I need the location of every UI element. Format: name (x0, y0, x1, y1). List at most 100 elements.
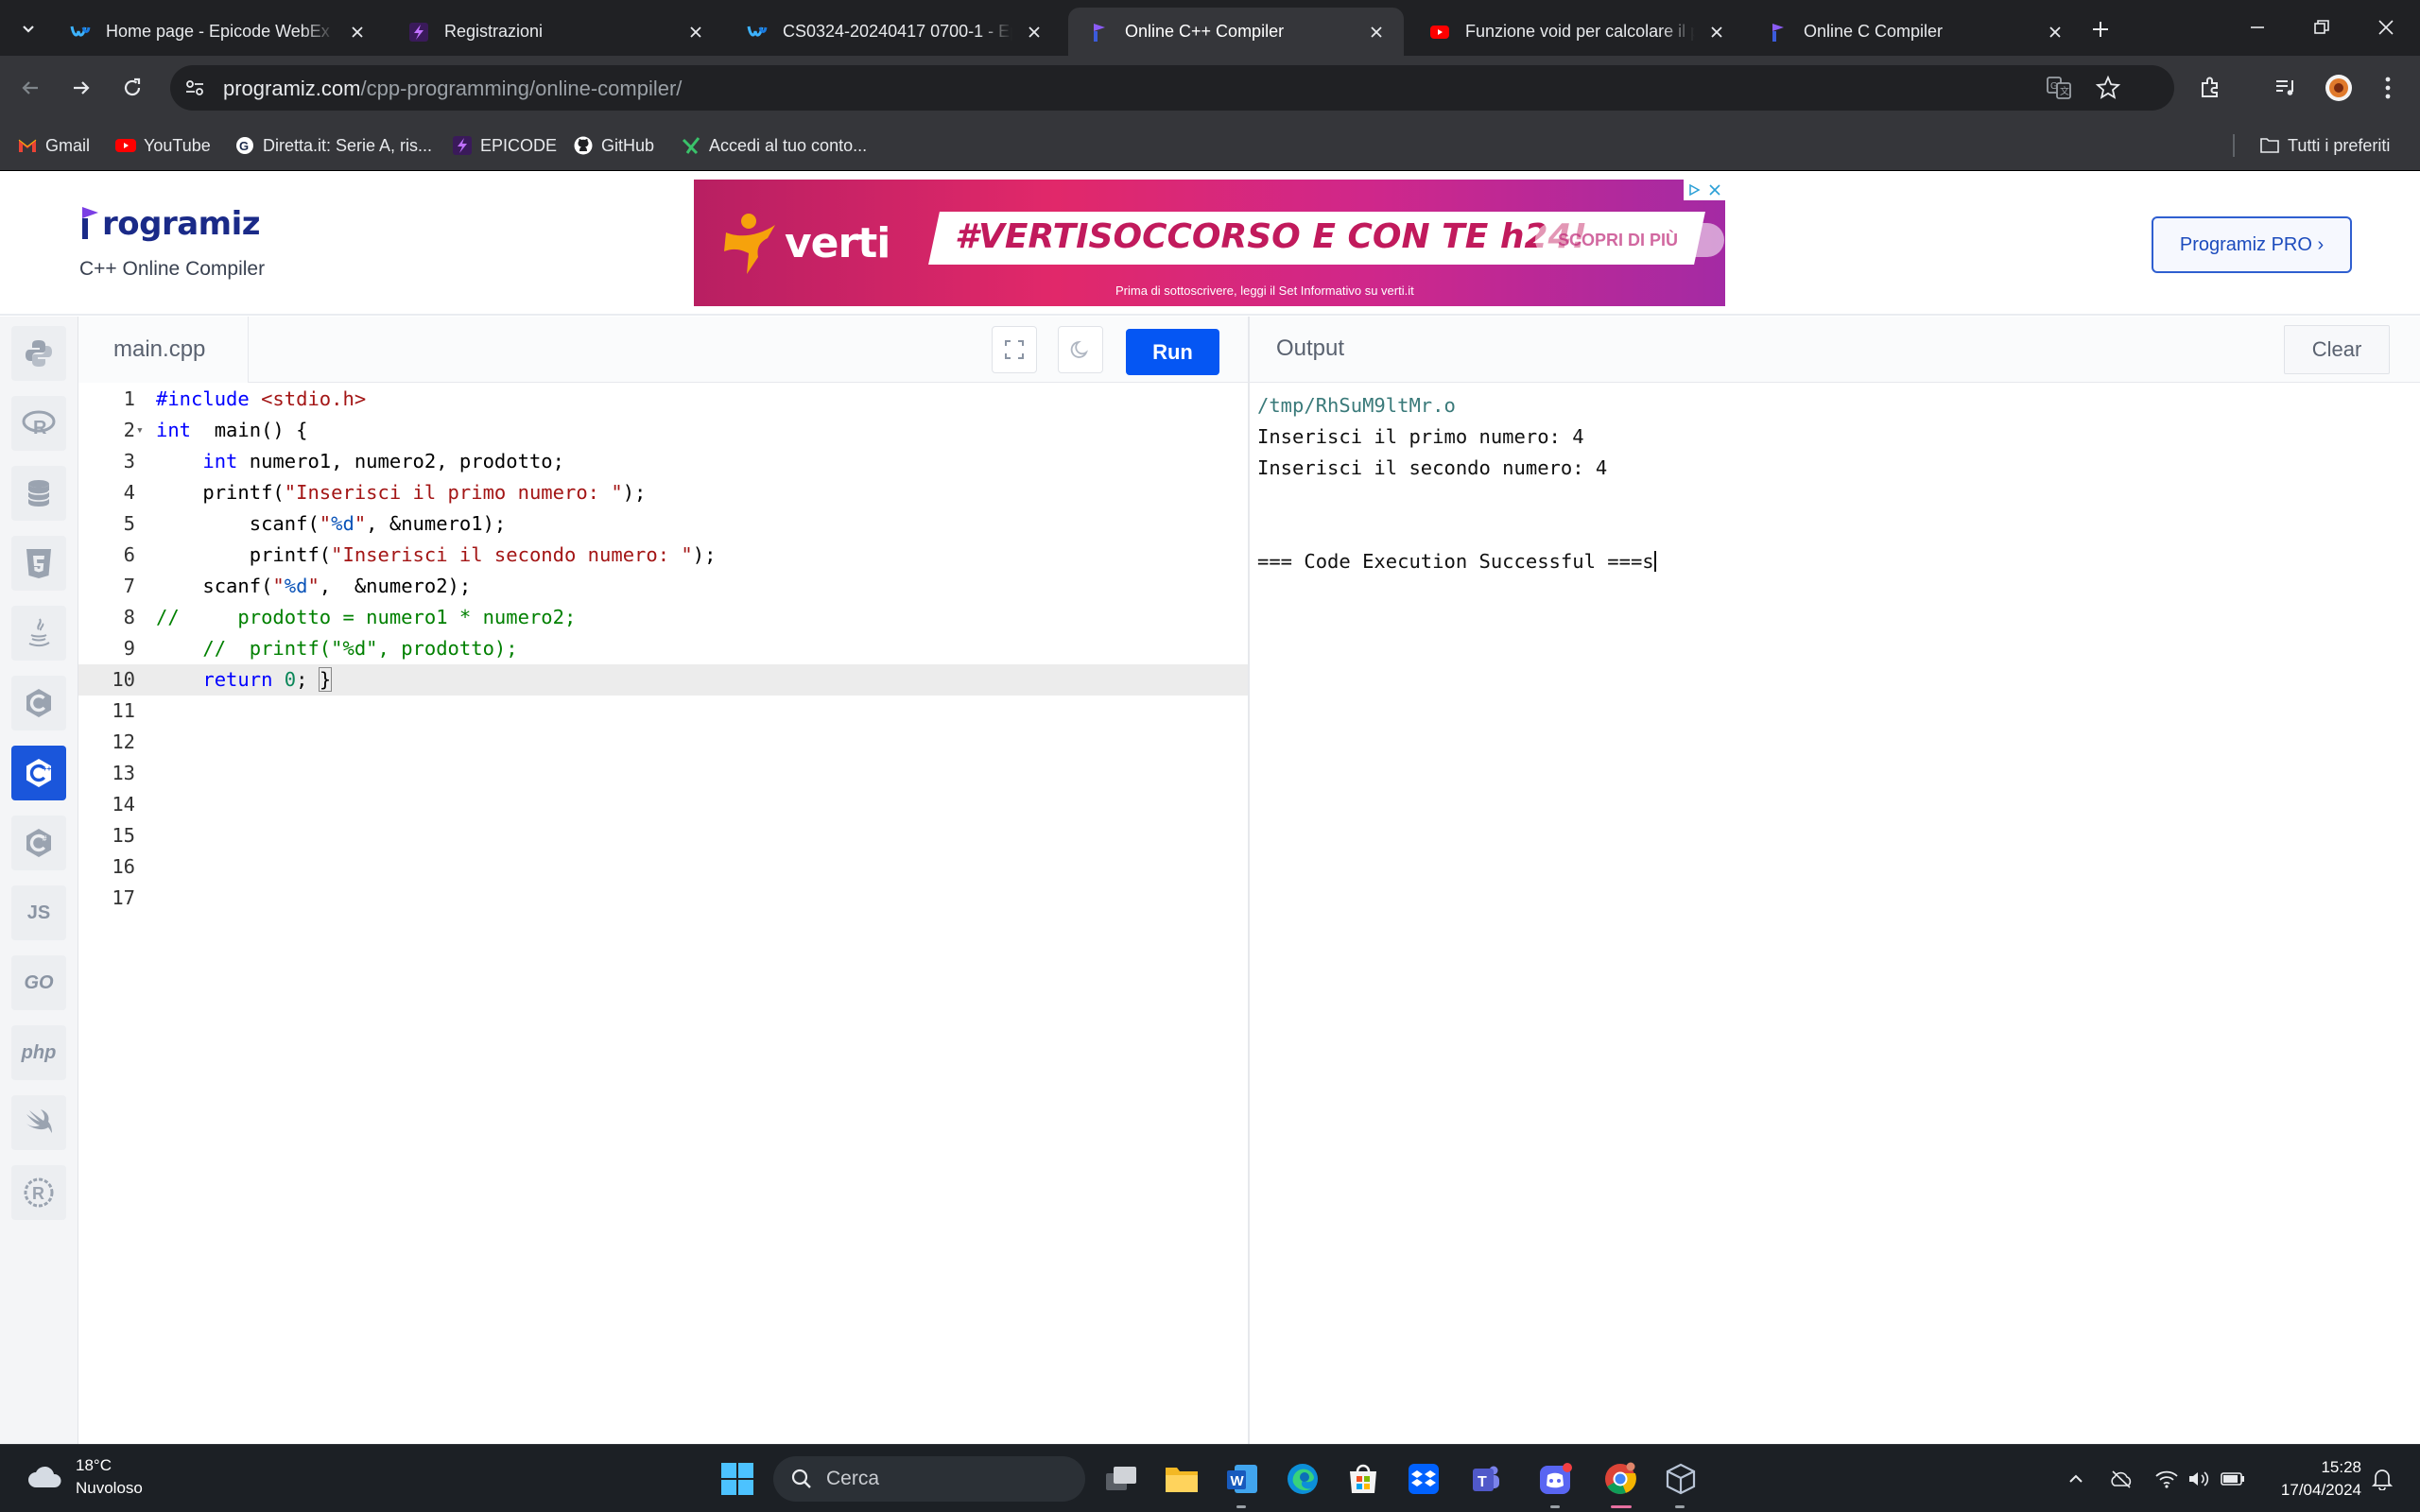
close-tab-icon[interactable] (1022, 20, 1046, 44)
microsoft-store-icon[interactable] (1342, 1458, 1384, 1500)
swift-icon[interactable] (11, 1095, 66, 1150)
java-icon[interactable] (11, 606, 66, 661)
adchoices-icon[interactable] (1684, 180, 1725, 200)
advertisement-banner[interactable]: verti #VERTISOCCORSO E CON TE h24! SCOPR… (694, 180, 1725, 306)
programiz-pro-button[interactable]: Programiz PRO › (2152, 216, 2352, 273)
code-line[interactable]: 16 (78, 851, 1248, 883)
code-line[interactable]: 2 ▾ int main() { (78, 415, 1248, 446)
teams-icon[interactable]: T (1463, 1458, 1505, 1500)
tab-search-chevron-icon[interactable] (11, 11, 45, 45)
chrome-menu-kebab-icon[interactable] (2369, 69, 2407, 107)
address-bar[interactable]: programiz.com/cpp-programming/online-com… (170, 65, 2174, 111)
clear-output-button[interactable]: Clear (2284, 325, 2390, 374)
code-line[interactable]: 10 return 0; } (78, 664, 1248, 696)
site-info-tune-icon[interactable] (183, 77, 206, 99)
ad-cta-button[interactable]: SCOPRI DI PIÙ (1535, 223, 1724, 257)
virtualbox-icon[interactable] (1660, 1458, 1702, 1508)
all-bookmarks-folder[interactable]: Tutti i preferiti (2259, 132, 2390, 159)
chrome-icon[interactable] (1599, 1458, 1641, 1508)
minimize-window-icon[interactable] (2238, 9, 2276, 45)
fold-arrow-icon[interactable]: ▾ (136, 415, 144, 446)
code-line[interactable]: 1 #include <stdio.h> (78, 384, 1248, 415)
bookmark-star-icon[interactable] (2095, 75, 2121, 101)
file-tab-main-cpp[interactable]: main.cpp (78, 317, 249, 383)
browser-tab[interactable]: Online C Compiler (1747, 8, 2083, 56)
dropbox-icon[interactable] (1403, 1458, 1444, 1500)
volume-icon[interactable] (2186, 1466, 2212, 1492)
taskbar-search[interactable]: Cerca (773, 1456, 1085, 1502)
sql-icon[interactable] (11, 466, 66, 521)
discord-icon[interactable] (1535, 1458, 1577, 1508)
dark-mode-moon-icon[interactable] (1058, 326, 1103, 373)
restore-window-icon[interactable] (2303, 9, 2341, 45)
notifications-bell-icon[interactable] (2369, 1466, 2395, 1492)
code-line[interactable]: 12 (78, 727, 1248, 758)
r-icon[interactable]: R (11, 396, 66, 451)
task-view-icon[interactable] (1100, 1458, 1142, 1500)
browser-tab[interactable]: Online C++ Compiler (1068, 8, 1404, 56)
ad-close-icon[interactable] (1708, 183, 1721, 197)
bookmark-item[interactable]: EPICODE (452, 132, 557, 159)
code-line[interactable]: 13 (78, 758, 1248, 789)
bookmark-item[interactable]: G Diretta.it: Serie A, ris... (234, 132, 432, 159)
code-line[interactable]: 8 // prodotto = numero1 * numero2; (78, 602, 1248, 633)
bookmark-item[interactable]: YouTube (115, 132, 211, 159)
rust-icon[interactable]: R (11, 1165, 66, 1220)
close-tab-icon[interactable] (2043, 20, 2067, 44)
javascript-icon[interactable]: JS (11, 885, 66, 940)
run-button[interactable]: Run (1126, 329, 1219, 375)
file-explorer-icon[interactable] (1161, 1458, 1202, 1500)
code-line[interactable]: 3 int numero1, numero2, prodotto; (78, 446, 1248, 477)
browser-tab[interactable]: Home page - Epicode WebEx En (49, 8, 385, 56)
code-line[interactable]: 5 scanf("%d", &numero1); (78, 508, 1248, 540)
reload-icon[interactable] (113, 69, 151, 107)
cpp-icon[interactable]: ++ (11, 746, 66, 800)
wifi-icon[interactable] (2153, 1466, 2180, 1492)
onedrive-offline-icon[interactable] (2108, 1466, 2135, 1492)
close-window-icon[interactable] (2367, 9, 2405, 45)
weather-widget[interactable]: 18°C Nuvoloso (26, 1454, 143, 1500)
code-line[interactable]: 15 (78, 820, 1248, 851)
c-icon[interactable] (11, 676, 66, 730)
close-tab-icon[interactable] (345, 20, 370, 44)
translate-icon[interactable]: G文 (2046, 75, 2072, 101)
browser-tab[interactable]: Funzione void per calcolare il pr (1409, 8, 1744, 56)
programiz-logo[interactable]: rogramiz (79, 205, 261, 243)
back-arrow-icon[interactable] (11, 69, 49, 107)
python-icon[interactable] (11, 326, 66, 381)
php-icon[interactable]: php (11, 1025, 66, 1080)
svg-text:W: W (1231, 1473, 1245, 1489)
media-queue-icon[interactable] (2267, 69, 2305, 107)
close-tab-icon[interactable] (683, 20, 708, 44)
code-area[interactable]: 1 #include <stdio.h> 2 ▾ int main() {3 int n… (78, 384, 1248, 1444)
go-icon[interactable]: GO (11, 955, 66, 1010)
code-line[interactable]: 14 (78, 789, 1248, 820)
extensions-puzzle-icon[interactable] (2191, 69, 2229, 107)
system-clock[interactable]: 15:28 17/04/2024 (2259, 1456, 2361, 1502)
code-line[interactable]: 17 (78, 883, 1248, 914)
html-icon[interactable] (11, 536, 66, 591)
bookmark-item[interactable]: Accedi al tuo conto... (681, 132, 867, 159)
code-line[interactable]: 6 printf("Inserisci il secondo numero: "… (78, 540, 1248, 571)
code-line[interactable]: 4 printf("Inserisci il primo numero: "); (78, 477, 1248, 508)
forward-arrow-icon[interactable] (62, 69, 100, 107)
new-tab-plus-icon[interactable] (2084, 13, 2117, 45)
windows-start-icon[interactable] (717, 1458, 758, 1500)
show-hidden-icons-chevron-icon[interactable] (2063, 1466, 2089, 1492)
profile-avatar[interactable] (2320, 69, 2358, 107)
fullscreen-icon[interactable] (992, 326, 1037, 373)
bookmark-item[interactable]: Gmail (17, 132, 90, 159)
browser-tab[interactable]: Registrazioni (388, 8, 723, 56)
bookmark-item[interactable]: GitHub (573, 132, 654, 159)
output-console[interactable]: /tmp/RhSuM9ltMr.o Inserisci il primo nume… (1257, 390, 1656, 577)
edge-icon[interactable] (1282, 1458, 1323, 1500)
browser-tab[interactable]: CS0324-20240417 0700-1 - Epic (726, 8, 1062, 56)
battery-icon[interactable] (2220, 1466, 2246, 1492)
word-icon[interactable]: W (1221, 1458, 1263, 1508)
csharp-icon[interactable]: # (11, 816, 66, 870)
code-line[interactable]: 11 (78, 696, 1248, 727)
close-tab-icon[interactable] (1704, 20, 1729, 44)
code-line[interactable]: 9 // printf("%d", prodotto); (78, 633, 1248, 664)
close-tab-icon[interactable] (1364, 20, 1389, 44)
code-line[interactable]: 7 scanf("%d", &numero2); (78, 571, 1248, 602)
